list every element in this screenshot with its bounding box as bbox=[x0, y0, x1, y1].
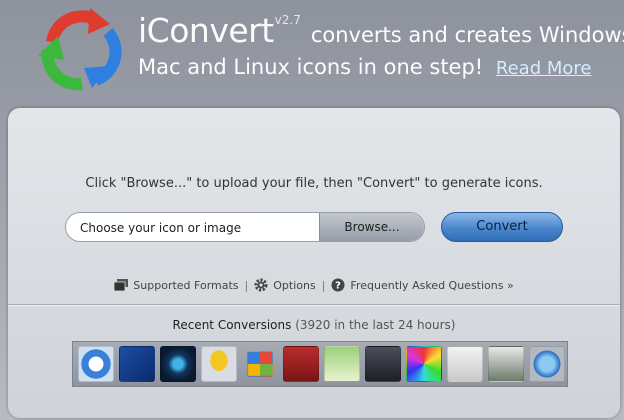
faq-label: Frequently Asked Questions » bbox=[350, 278, 514, 292]
file-placeholder: Choose your icon or image bbox=[80, 221, 242, 235]
question-icon: ? bbox=[331, 278, 345, 292]
gear-icon bbox=[254, 278, 268, 292]
link-separator: | bbox=[321, 278, 326, 292]
desktop-screenshot-icon[interactable] bbox=[324, 346, 360, 382]
google-earth-icon[interactable] bbox=[529, 346, 565, 382]
recent-conversions-heading: Recent Conversions (3920 in the last 24 … bbox=[8, 318, 620, 332]
app-name: iConvert bbox=[138, 11, 274, 50]
help-links: Supported Formats | Options | ? Frequent… bbox=[8, 278, 620, 292]
recent-title: Recent Conversions bbox=[172, 318, 292, 332]
color-wheel-icon[interactable] bbox=[406, 346, 442, 382]
upload-instructions: Click "Browse..." to upload your file, t… bbox=[85, 176, 543, 191]
convert-button[interactable]: Convert bbox=[441, 212, 563, 242]
cs4-screenshot-icon[interactable] bbox=[488, 346, 524, 382]
dictionary-icon[interactable] bbox=[283, 346, 319, 382]
converter-panel: Click "Browse..." to upload your file, t… bbox=[8, 108, 620, 418]
windows-start-orb-icon[interactable] bbox=[160, 346, 196, 382]
tagline-line1: converts and creates Windows, bbox=[310, 23, 624, 47]
read-more-link[interactable]: Read More bbox=[496, 58, 592, 79]
faq-link[interactable]: ? Frequently Asked Questions » bbox=[331, 278, 514, 292]
link-separator: | bbox=[244, 278, 249, 292]
options-link[interactable]: Options bbox=[254, 278, 316, 292]
version-badge: v2.7 bbox=[274, 13, 301, 27]
recent-icons-strip bbox=[72, 341, 568, 387]
iconvert-logo bbox=[34, 4, 126, 96]
recent-count: (3920 in the last 24 hours) bbox=[295, 318, 456, 332]
browse-button[interactable]: Browse... bbox=[319, 213, 424, 241]
svg-text:?: ? bbox=[336, 281, 342, 292]
supported-formats-label: Supported Formats bbox=[133, 278, 239, 292]
file-input[interactable]: Choose your icon or image Browse... bbox=[65, 212, 425, 242]
windows-flag-icon[interactable] bbox=[247, 351, 273, 377]
formats-icon bbox=[114, 278, 129, 292]
header: iConvert v2.7 converts and creates Windo… bbox=[138, 12, 624, 84]
envelope-icon[interactable] bbox=[447, 346, 483, 382]
group-photo-icon[interactable] bbox=[365, 346, 401, 382]
tagline-line2: Mac and Linux icons in one step! bbox=[138, 55, 484, 79]
section-divider bbox=[8, 304, 620, 305]
options-label: Options bbox=[273, 278, 316, 292]
windows-vista-icon[interactable] bbox=[78, 346, 114, 382]
yellow-figure-icon[interactable] bbox=[201, 346, 237, 382]
supported-formats-link[interactable]: Supported Formats bbox=[114, 278, 239, 292]
windows-home-server-icon[interactable] bbox=[119, 346, 155, 382]
